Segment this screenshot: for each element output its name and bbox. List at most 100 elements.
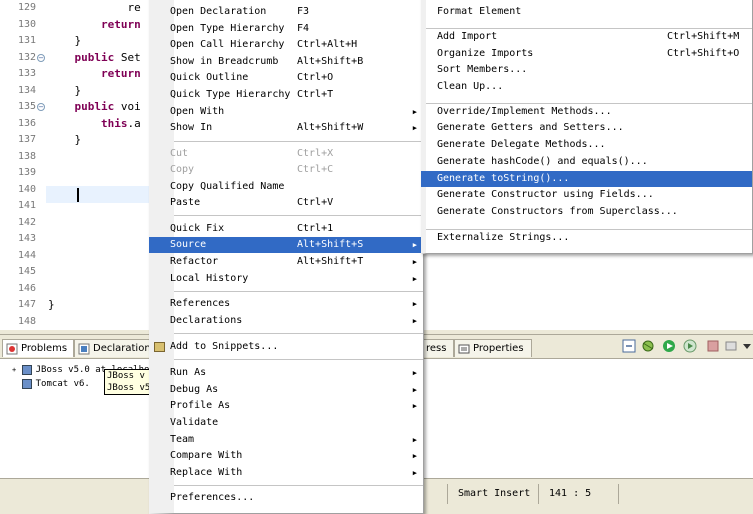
menu-item-run-as[interactable]: Run As ▶ — [170, 365, 423, 381]
fold-toggle-icon[interactable]: − — [37, 103, 45, 111]
line-number: 147 — [17, 299, 36, 310]
text-caret — [77, 188, 79, 202]
menu-item-cut[interactable]: Cut Ctrl+X — [170, 146, 423, 162]
menu-item-profile-as[interactable]: Profile As ▶ — [170, 398, 423, 414]
menu-item-label: Local History — [170, 273, 249, 284]
menu-item-label: Copy Qualified Name — [170, 181, 285, 192]
line-number: 148 — [17, 315, 36, 327]
code-text: } — [48, 133, 82, 146]
line-number: 138 — [17, 150, 36, 162]
menu-item-refactor[interactable]: Refactor Alt+Shift+T ▶ — [170, 254, 423, 270]
menu-item-label: Debug As — [170, 384, 219, 395]
source-item-format-element[interactable]: Format Element — [426, 4, 752, 20]
publish-icon[interactable] — [724, 339, 738, 353]
collapse-icon[interactable] — [622, 339, 636, 353]
menu-item-label: Cut — [170, 148, 189, 159]
tab-servers-partial[interactable]: ress — [424, 339, 454, 357]
problems-icon — [6, 343, 18, 355]
menu-item-source[interactable]: Source Alt+Shift+S ▶ — [149, 237, 423, 253]
menu-item-compare-with[interactable]: Compare With ▶ — [170, 448, 423, 464]
profile-server-icon[interactable] — [683, 339, 697, 353]
menu-item-open-declaration[interactable]: Open Declaration F3 — [170, 4, 423, 20]
source-item-override-implement-methods[interactable]: Override/Implement Methods... — [426, 104, 752, 120]
menu-item-label: Open With — [170, 106, 225, 117]
stop-server-icon[interactable] — [706, 339, 720, 353]
menu-item-label: Source — [170, 239, 207, 250]
menu-item-label: Generate Delegate Methods... — [437, 139, 606, 150]
source-item-generate-constructor-using-fields[interactable]: Generate Constructor using Fields... — [426, 187, 752, 203]
cursor-position-status: 141 : 5 — [538, 484, 618, 504]
source-item-organize-imports[interactable]: Organize Imports Ctrl+Shift+O — [426, 46, 752, 62]
source-item-generate-tostring[interactable]: Generate toString()... — [421, 171, 752, 187]
menu-item-debug-as[interactable]: Debug As ▶ — [170, 382, 423, 398]
menu-item-replace-with[interactable]: Replace With ▶ — [170, 465, 423, 481]
line-number: 145 — [17, 266, 36, 277]
menu-item-label: Generate toString()... — [437, 173, 570, 184]
line-number: 133 — [17, 68, 36, 79]
tab-label: Declaration — [93, 343, 150, 354]
properties-icon — [458, 343, 470, 355]
source-item-add-import[interactable]: Add Import Ctrl+Shift+M — [426, 29, 752, 45]
tab-label: Problems — [21, 343, 68, 354]
menu-item-declarations[interactable]: Declarations ▶ — [170, 313, 423, 329]
menu-item-validate[interactable]: Validate — [170, 415, 423, 431]
menu-item-copy-qualified-name[interactable]: Copy Qualified Name — [170, 179, 423, 195]
source-item-sort-members[interactable]: Sort Members... — [426, 62, 752, 78]
menu-item-show-in[interactable]: Show In Alt+Shift+W ▶ — [170, 120, 423, 136]
tab-problems[interactable]: Problems — [2, 339, 74, 357]
menu-separator — [174, 359, 423, 360]
menu-item-shortcut: Ctrl+1 — [297, 223, 334, 234]
line-number: 130 — [17, 18, 36, 30]
source-item-generate-delegate-methods[interactable]: Generate Delegate Methods... — [426, 137, 752, 153]
menu-item-shortcut: Ctrl+Alt+H — [297, 39, 358, 50]
menu-item-label: Quick Type Hierarchy — [170, 89, 291, 100]
menu-item-show-in-breadcrumb[interactable]: Show in Breadcrumb Alt+Shift+B — [170, 54, 423, 70]
tab-properties[interactable]: Properties — [454, 339, 532, 357]
source-item-clean-up[interactable]: Clean Up... — [426, 79, 752, 95]
menu-item-add-to-snippets[interactable]: Add to Snippets... — [154, 339, 423, 355]
menu-item-label: Declarations — [170, 315, 243, 326]
submenu-arrow-icon: ▶ — [412, 275, 417, 283]
menu-item-references[interactable]: References ▶ — [170, 296, 423, 312]
menu-item-open-with[interactable]: Open With ▶ — [170, 104, 423, 120]
line-number: 143 — [17, 233, 36, 244]
menu-item-team[interactable]: Team ▶ — [170, 432, 423, 448]
menu-item-paste[interactable]: Paste Ctrl+V — [170, 195, 423, 211]
snippet-icon — [154, 342, 165, 352]
menu-item-shortcut: Ctrl+T — [297, 89, 334, 100]
server-icon — [21, 364, 32, 375]
view-menu-icon[interactable] — [742, 339, 753, 353]
menu-item-shortcut: F4 — [297, 23, 310, 34]
menu-separator — [174, 215, 423, 216]
code-text: return — [100, 67, 141, 80]
menu-item-shortcut: Ctrl+X — [297, 148, 334, 159]
menu-item-quick-type-hierarchy[interactable]: Quick Type Hierarchy Ctrl+T — [170, 87, 423, 103]
source-item-generate-getters-and-setters[interactable]: Generate Getters and Setters... — [426, 120, 752, 136]
menu-item-local-history[interactable]: Local History ▶ — [170, 271, 423, 287]
tab-declaration[interactable]: Declaration — [74, 339, 150, 357]
menu-item-preferences[interactable]: Preferences... — [170, 490, 423, 506]
source-item-generate-constructors-from-superclass[interactable]: Generate Constructors from Superclass... — [426, 204, 752, 220]
menu-item-copy[interactable]: Copy Ctrl+C — [170, 162, 423, 178]
menu-item-shortcut: Alt+Shift+B — [297, 56, 364, 67]
source-item-externalize-strings[interactable]: Externalize Strings... — [426, 230, 752, 246]
fold-toggle-icon[interactable]: − — [37, 53, 45, 62]
menu-item-label: Open Type Hierarchy — [170, 23, 285, 34]
menu-item-shortcut: Alt+Shift+S — [297, 239, 364, 250]
start-server-icon[interactable] — [662, 339, 676, 353]
menu-separator — [174, 485, 423, 486]
debug-server-icon[interactable] — [641, 339, 655, 353]
menu-item-quick-fix[interactable]: Quick Fix Ctrl+1 — [170, 221, 423, 237]
menu-item-label: Preferences... — [170, 492, 255, 503]
menu-item-label: Team — [170, 434, 195, 445]
code-text: } — [48, 83, 82, 97]
submenu-arrow-icon: ▶ — [412, 369, 417, 377]
menu-item-open-call-hierarchy[interactable]: Open Call Hierarchy Ctrl+Alt+H — [170, 37, 423, 53]
menu-item-quick-outline[interactable]: Quick Outline Ctrl+O — [170, 70, 423, 86]
source-item-generate-hashcode-and-equals[interactable]: Generate hashCode() and equals()... — [426, 154, 752, 170]
submenu-arrow-icon: ▶ — [412, 469, 417, 477]
server-tomcat[interactable]: + Tomcat v6. — [12, 377, 90, 391]
menu-separator — [174, 333, 423, 334]
menu-item-open-type-hierarchy[interactable]: Open Type Hierarchy F4 — [170, 21, 423, 37]
code-text: } — [48, 34, 82, 47]
